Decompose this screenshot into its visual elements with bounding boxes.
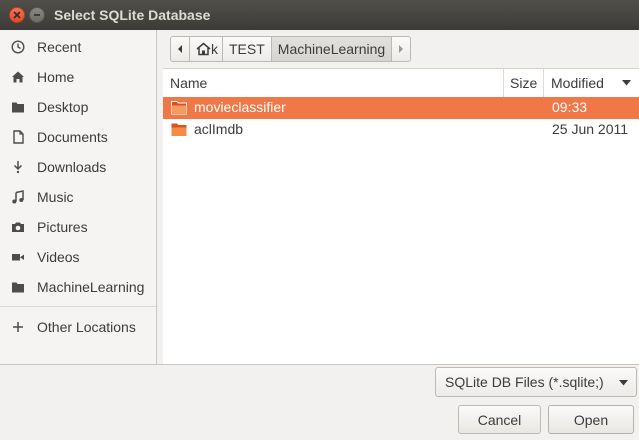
sidebar-item-other-locations[interactable]: Other Locations xyxy=(0,312,157,342)
folder-icon xyxy=(171,123,187,136)
download-icon xyxy=(13,161,23,174)
music-icon xyxy=(12,190,24,204)
sidebar-item-label: Documents xyxy=(37,129,108,145)
file-modified: 09:33 xyxy=(552,99,588,115)
sidebar-item-label: MachineLearning xyxy=(37,279,145,295)
path-crumb-machinelearning[interactable]: MachineLearning xyxy=(270,36,393,62)
file-modified: 25 Jun 2011 xyxy=(552,121,629,137)
sidebar-item-pictures[interactable]: Pictures xyxy=(0,212,157,242)
sidebar-item-machinelearning[interactable]: MachineLearning xyxy=(0,272,157,302)
home-icon xyxy=(12,71,24,83)
minimize-window-button[interactable] xyxy=(29,7,45,23)
sidebar-item-label: Recent xyxy=(37,39,82,55)
sidebar-item-home[interactable]: Home xyxy=(0,62,157,92)
folder-icon xyxy=(12,102,24,113)
places-sidebar: Recent Home Desktop Documents Downloads … xyxy=(0,30,157,364)
sidebar-item-downloads[interactable]: Downloads xyxy=(0,152,157,182)
sort-descending-icon xyxy=(622,80,631,86)
folder-icon xyxy=(171,101,187,115)
path-scroll-left-button[interactable] xyxy=(170,36,190,62)
sidebar-item-desktop[interactable]: Desktop xyxy=(0,92,157,122)
file-type-filter-select[interactable]: SQLite DB Files (*.sqlite;) xyxy=(435,367,637,397)
file-list: Name Size Modified movieclassifier 09:33… xyxy=(163,68,639,364)
sidebar-separator xyxy=(0,306,156,307)
sidebar-item-label: Desktop xyxy=(37,99,89,115)
document-icon xyxy=(13,130,24,144)
chevron-right-icon xyxy=(399,45,404,53)
sidebar-item-music[interactable]: Music xyxy=(0,182,157,212)
path-scroll-right-button[interactable] xyxy=(391,36,412,62)
close-icon xyxy=(13,11,21,19)
plus-icon xyxy=(13,322,23,332)
column-header-name[interactable]: Name xyxy=(163,69,504,97)
sidebar-item-label: Home xyxy=(37,69,75,85)
path-home-label: k xyxy=(211,41,218,57)
path-bar: k TEST MachineLearning xyxy=(170,36,412,62)
file-name: movieclassifier xyxy=(194,99,286,115)
file-type-filter-label: SQLite DB Files (*.sqlite;) xyxy=(445,374,604,390)
chevron-down-icon xyxy=(619,380,628,386)
sidebar-item-documents[interactable]: Documents xyxy=(0,122,157,152)
chevron-left-icon xyxy=(178,45,182,53)
path-crumb-test[interactable]: TEST xyxy=(222,36,272,62)
window-title: Select SQLite Database xyxy=(54,7,211,23)
video-icon xyxy=(12,254,24,261)
file-name: aclImdb xyxy=(194,121,244,137)
home-icon xyxy=(196,42,211,56)
sidebar-item-videos[interactable]: Videos xyxy=(0,242,157,272)
sidebar-item-recent[interactable]: Recent xyxy=(0,32,157,62)
cancel-button[interactable]: Cancel xyxy=(458,405,541,434)
sidebar-item-label: Downloads xyxy=(37,159,107,175)
file-chooser-dialog: Select SQLite Database Recent Home Deskt… xyxy=(0,0,639,440)
folder-icon xyxy=(12,282,24,293)
title-bar: Select SQLite Database xyxy=(0,0,639,30)
open-button[interactable]: Open xyxy=(548,405,634,434)
minimize-icon xyxy=(34,14,40,16)
column-header-size[interactable]: Size xyxy=(504,69,544,97)
path-home-button[interactable]: k xyxy=(189,36,223,62)
camera-icon xyxy=(12,222,24,232)
sidebar-item-label: Other Locations xyxy=(37,319,136,335)
table-row[interactable]: movieclassifier 09:33 xyxy=(163,97,639,119)
clock-icon xyxy=(11,40,25,54)
close-window-button[interactable] xyxy=(9,7,25,23)
column-header-modified[interactable]: Modified xyxy=(544,69,639,97)
sidebar-item-label: Videos xyxy=(37,249,80,265)
sidebar-item-label: Music xyxy=(37,189,74,205)
sidebar-item-label: Pictures xyxy=(37,219,88,235)
column-header-modified-label: Modified xyxy=(551,75,604,91)
table-row[interactable]: aclImdb 25 Jun 2011 xyxy=(163,119,639,141)
